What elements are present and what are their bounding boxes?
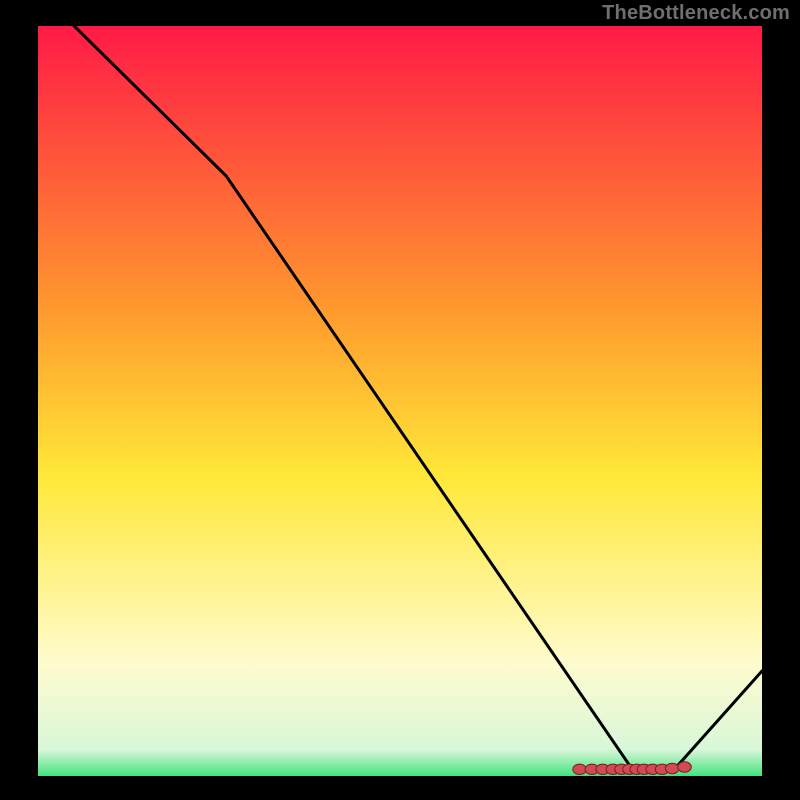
optimal-marker: [665, 763, 679, 773]
watermark-text: TheBottleneck.com: [602, 2, 790, 25]
optimal-marker: [573, 764, 587, 774]
plot-area: [38, 26, 762, 776]
chart-stage: TheBottleneck.com: [0, 0, 800, 800]
optimal-marker: [678, 762, 692, 772]
chart-svg: [0, 0, 800, 800]
